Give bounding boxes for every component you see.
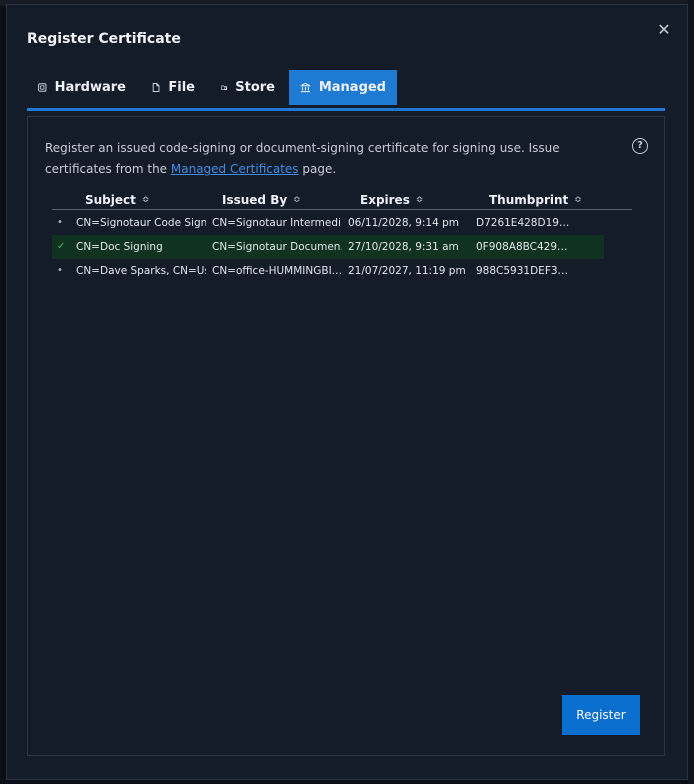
file-icon <box>152 83 160 92</box>
help-icon[interactable]: ? <box>632 138 648 154</box>
sort-icon: ≎ <box>415 195 424 205</box>
row-bullet-icon: • <box>57 217 63 228</box>
column-header-subject[interactable]: Subject ≎ <box>85 193 149 207</box>
cell-thumbprint: D7261E428D19… <box>476 217 570 229</box>
column-header-expires[interactable]: Expires ≎ <box>360 193 423 207</box>
managed-certificates-link[interactable]: Managed Certificates <box>171 162 299 176</box>
tab-managed[interactable]: Managed <box>289 70 397 105</box>
column-label: Issued By <box>222 193 288 207</box>
close-icon[interactable]: ✕ <box>655 21 673 39</box>
row-bullet-icon: • <box>57 265 63 276</box>
hardware-icon <box>38 83 47 92</box>
table-row[interactable]: • CN=Dave Sparks, CN=Us… CN=office-HUMMI… <box>52 259 604 283</box>
tab-file[interactable]: File <box>140 70 206 105</box>
dialog-title: Register Certificate <box>27 31 181 47</box>
cell-subject: CN=Signotaur Code Sign… <box>76 217 206 229</box>
table-row[interactable]: • CN=Signotaur Code Sign… CN=Signotaur I… <box>52 211 604 235</box>
description-text-end: page. <box>298 162 337 176</box>
column-header-thumbprint[interactable]: Thumbprint ≎ <box>489 193 582 207</box>
managed-panel: Register an issued code-signing or docum… <box>27 116 665 756</box>
column-header-issued-by[interactable]: Issued By ≎ <box>222 193 301 207</box>
tab-bar: Hardware File Store Managed <box>27 70 665 111</box>
cell-issued-by: CN=Signotaur Documen… <box>212 241 342 253</box>
store-icon <box>221 85 228 90</box>
tab-label: Hardware <box>54 80 126 95</box>
managed-icon <box>300 82 311 93</box>
column-label: Expires <box>360 193 410 207</box>
cell-thumbprint: 988C5931DEF3… <box>476 265 569 277</box>
tab-label: Managed <box>318 80 386 95</box>
tab-store[interactable]: Store <box>210 70 286 105</box>
cell-expires: 21/07/2027, 11:19 pm <box>348 265 466 277</box>
sort-icon: ≎ <box>574 195 582 205</box>
cell-subject: CN=Doc Signing <box>76 241 163 253</box>
column-label: Subject <box>85 193 136 207</box>
tab-hardware[interactable]: Hardware <box>27 70 137 105</box>
sort-icon: ≎ <box>293 195 301 205</box>
column-label: Thumbprint <box>489 193 569 207</box>
panel-description: Register an issued code-signing or docum… <box>45 138 605 180</box>
sort-icon: ≎ <box>141 195 150 205</box>
table-row-selected[interactable]: ✓ CN=Doc Signing CN=Signotaur Documen… 2… <box>52 235 604 259</box>
background-window-edge <box>688 0 694 784</box>
tab-label: Store <box>235 80 275 95</box>
cell-thumbprint: 0F908A8BC429… <box>476 241 568 253</box>
cell-issued-by: CN=office-HUMMINGBI… <box>212 265 342 277</box>
register-certificate-dialog: Register Certificate ✕ Hardware File Sto… <box>6 4 688 780</box>
check-icon: ✓ <box>57 241 66 252</box>
cell-issued-by: CN=Signotaur Intermedi… <box>212 217 342 229</box>
table-header: Subject ≎ Issued By ≎ Expires ≎ Thumbpri… <box>52 193 632 210</box>
register-button[interactable]: Register <box>562 695 640 735</box>
certificate-table: Subject ≎ Issued By ≎ Expires ≎ Thumbpri… <box>52 193 632 283</box>
cell-expires: 06/11/2028, 9:14 pm <box>348 217 460 229</box>
cell-expires: 27/10/2028, 9:31 am <box>348 241 459 253</box>
tab-label: File <box>168 80 195 95</box>
cell-subject: CN=Dave Sparks, CN=Us… <box>76 265 206 277</box>
